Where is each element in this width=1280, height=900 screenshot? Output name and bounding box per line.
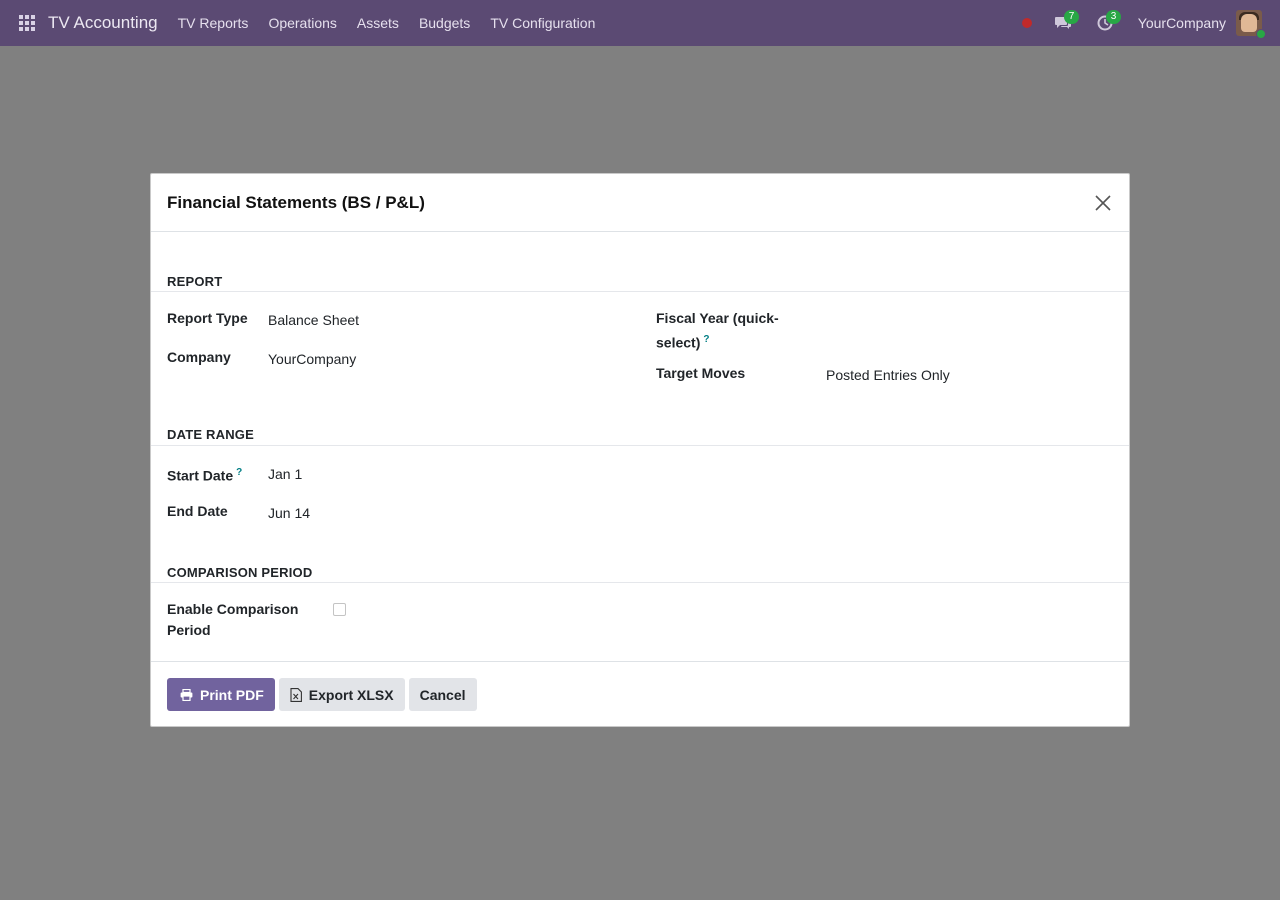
fiscal-year-label-line1: Fiscal Year (quick- [656, 310, 779, 326]
activities-menu[interactable]: 3 [1088, 0, 1122, 46]
print-pdf-button[interactable]: Print PDF [167, 678, 275, 711]
print-pdf-label: Print PDF [200, 686, 264, 703]
end-date-field[interactable]: Jun 14 [268, 503, 310, 524]
activities-count-badge: 3 [1105, 10, 1122, 24]
start-date-label-text: Start Date [167, 467, 234, 484]
section-divider [151, 445, 1129, 446]
messages-count-badge: 7 [1063, 10, 1080, 24]
section-title-comparison: COMPARISON PERIOD [167, 565, 313, 580]
target-moves-label: Target Moves [656, 365, 746, 381]
start-date-label: Start Date? [167, 462, 242, 487]
fiscal-year-label: Fiscal Year (quick- select)? [656, 308, 779, 354]
messages-menu[interactable]: 7 [1046, 0, 1080, 46]
menu-item-tv-configuration[interactable]: TV Configuration [480, 0, 605, 46]
fiscal-year-field[interactable] [826, 310, 1106, 331]
section-title-date-range: DATE RANGE [167, 427, 254, 442]
enable-comparison-label-line1: Enable Comparison [167, 601, 299, 617]
app-brand[interactable]: TV Accounting [48, 13, 158, 33]
menu-item-tv-reports[interactable]: TV Reports [168, 0, 259, 46]
user-avatar[interactable] [1236, 10, 1266, 39]
close-icon[interactable] [1093, 193, 1113, 213]
top-navbar: TV Accounting TV Reports Operations Asse… [0, 0, 1280, 46]
menu-item-budgets[interactable]: Budgets [409, 0, 480, 46]
help-tooltip-icon[interactable]: ? [703, 334, 709, 345]
export-xlsx-button[interactable]: Export XLSX [278, 678, 405, 711]
end-date-label: End Date [167, 503, 228, 519]
company-field[interactable]: YourCompany [268, 349, 356, 370]
company-label: Company [167, 349, 231, 365]
company-switcher[interactable]: YourCompany [1138, 15, 1226, 31]
enable-comparison-label-line2: Period [167, 622, 211, 638]
systray: 7 3 YourCompany [1021, 0, 1280, 46]
menu-item-assets[interactable]: Assets [347, 0, 409, 46]
debug-bug-icon[interactable] [1021, 18, 1032, 28]
printer-icon [180, 688, 193, 701]
dialog-footer: Print PDF Export XLSX Cancel [151, 661, 1129, 727]
section-divider [151, 582, 1129, 583]
target-moves-field[interactable]: Posted Entries Only [826, 365, 950, 386]
help-tooltip-icon[interactable]: ? [236, 467, 242, 478]
fiscal-year-label-line2: select) [656, 334, 701, 351]
section-divider [151, 291, 1129, 292]
dialog-title: Financial Statements (BS / P&L) [167, 192, 425, 212]
apps-grid-icon[interactable] [18, 14, 36, 32]
excel-file-icon [290, 687, 302, 702]
export-xlsx-label: Export XLSX [308, 686, 394, 703]
enable-comparison-label: Enable Comparison Period [167, 599, 298, 641]
dialog-header: Financial Statements (BS / P&L) [151, 174, 1129, 232]
report-type-field[interactable]: Balance Sheet [268, 310, 359, 331]
start-date-field[interactable]: Jan 1 [268, 464, 302, 485]
online-status-dot [1256, 29, 1266, 39]
section-title-report: REPORT [167, 274, 223, 289]
cancel-button[interactable]: Cancel [408, 678, 477, 711]
enable-comparison-checkbox[interactable] [333, 603, 346, 616]
menu-item-operations[interactable]: Operations [258, 0, 346, 46]
financial-statements-dialog: Financial Statements (BS / P&L) REPORT R… [150, 173, 1130, 727]
report-type-label: Report Type [167, 310, 248, 326]
main-menu: TV Reports Operations Assets Budgets TV … [168, 0, 606, 46]
